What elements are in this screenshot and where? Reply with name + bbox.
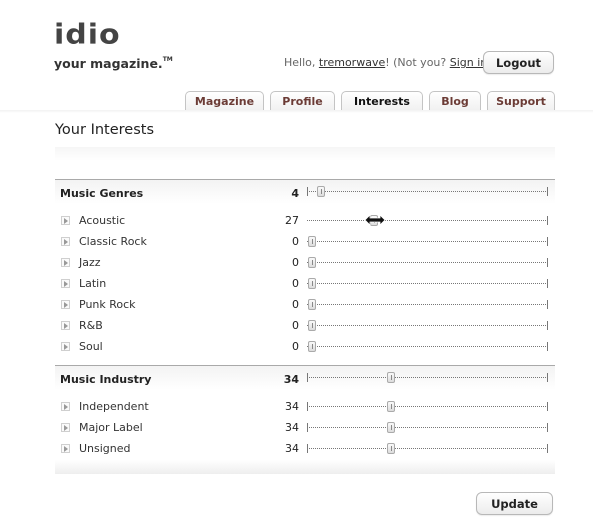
interest-slider[interactable]: [307, 341, 548, 352]
section-footer: [55, 460, 555, 474]
interest-count: 34: [285, 442, 299, 455]
interest-label: Classic Rock: [79, 235, 147, 248]
interest-count: 0: [292, 235, 299, 248]
trademark: TM: [162, 56, 173, 63]
section-count: 34: [283, 373, 299, 386]
expand-arrow-icon[interactable]: [61, 279, 70, 288]
expand-arrow-icon[interactable]: [61, 237, 70, 246]
section-name: Music Genres: [60, 187, 144, 200]
section-header: Music Genres 4: [55, 179, 555, 204]
interest-slider[interactable]: [307, 401, 548, 412]
interest-row-acoustic: Acoustic 27: [55, 211, 555, 232]
slider-thumb[interactable]: [387, 422, 396, 433]
interest-count: 0: [292, 319, 299, 332]
idio-logo[interactable]: idio your magazine.TM: [54, 18, 173, 71]
interest-row-latin: Latin 0: [55, 274, 555, 295]
slider-thumb[interactable]: [387, 372, 396, 383]
interest-slider[interactable]: [307, 372, 548, 383]
interest-slider[interactable]: [307, 215, 548, 226]
interest-label: Unsigned: [79, 442, 131, 455]
interest-row-unsigned: Unsigned 34: [55, 439, 555, 460]
section-count: 4: [291, 187, 299, 200]
section-name: Music Industry: [60, 373, 152, 386]
tab-blog[interactable]: Blog: [429, 91, 481, 111]
interest-row-major-label: Major Label 34: [55, 418, 555, 439]
section-music-industry: Music Industry 34 Independent 34 Major L…: [55, 365, 555, 474]
interest-row-punk-rock: Punk Rock 0: [55, 295, 555, 316]
username-link[interactable]: tremorwave: [319, 56, 385, 69]
interest-label: Latin: [79, 277, 107, 290]
slider-thumb[interactable]: [307, 236, 316, 247]
interest-count: 27: [285, 214, 299, 227]
page-title: Your Interests: [55, 122, 154, 138]
tab-underline: [0, 110, 593, 113]
interest-label: Jazz: [79, 256, 101, 269]
logo-wordmark: idio: [54, 18, 121, 51]
interest-label: Major Label: [79, 421, 143, 434]
section-header: Music Industry 34: [55, 365, 555, 390]
slider-thumb[interactable]: [317, 186, 326, 197]
interest-row-soul: Soul 0: [55, 337, 555, 358]
interest-slider[interactable]: [307, 443, 548, 454]
interest-label: Soul: [79, 340, 103, 353]
interest-count: 0: [292, 340, 299, 353]
expand-arrow-icon[interactable]: [61, 258, 70, 267]
interest-slider[interactable]: [307, 422, 548, 433]
interest-label: Independent: [79, 400, 149, 413]
interest-slider[interactable]: [307, 299, 548, 310]
interest-slider[interactable]: [307, 278, 548, 289]
interest-count: 34: [285, 400, 299, 413]
sign-in-link[interactable]: Sign in: [450, 56, 488, 69]
interest-slider[interactable]: [307, 186, 548, 197]
interest-label: Acoustic: [79, 214, 126, 227]
tab-magazine[interactable]: Magazine: [185, 91, 264, 111]
expand-arrow-icon[interactable]: [61, 342, 70, 351]
interest-count: 0: [292, 256, 299, 269]
expand-arrow-icon[interactable]: [61, 300, 70, 309]
logo-tagline: your magazine.TM: [54, 56, 173, 71]
interest-row-rnb: R&B 0: [55, 316, 555, 337]
slider-thumb[interactable]: [387, 401, 396, 412]
expand-arrow-icon[interactable]: [61, 216, 70, 225]
tab-profile[interactable]: Profile: [270, 91, 335, 111]
interest-slider[interactable]: [307, 257, 548, 268]
title-divider: [55, 147, 555, 161]
interest-row-jazz: Jazz 0: [55, 253, 555, 274]
interest-label: Punk Rock: [79, 298, 136, 311]
resize-horizontal-cursor-icon: [364, 214, 386, 226]
expand-arrow-icon[interactable]: [61, 321, 70, 330]
greeting-text: Hello, tremorwave! (Not you? Sign in.): [284, 56, 495, 69]
slider-thumb[interactable]: [387, 443, 396, 454]
expand-arrow-icon[interactable]: [61, 402, 70, 411]
expand-arrow-icon[interactable]: [61, 444, 70, 453]
interest-slider[interactable]: [307, 320, 548, 331]
slider-thumb[interactable]: [307, 341, 316, 352]
interest-count: 0: [292, 277, 299, 290]
slider-thumb[interactable]: [307, 299, 316, 310]
interest-count: 34: [285, 421, 299, 434]
slider-thumb[interactable]: [307, 320, 316, 331]
slider-thumb[interactable]: [307, 257, 316, 268]
interest-row-classic-rock: Classic Rock 0: [55, 232, 555, 253]
interest-slider[interactable]: [307, 236, 548, 247]
interest-count: 0: [292, 298, 299, 311]
expand-arrow-icon[interactable]: [61, 423, 70, 432]
tab-interests[interactable]: Interests: [341, 91, 423, 111]
interest-label: R&B: [79, 319, 103, 332]
update-button[interactable]: Update: [476, 492, 553, 515]
slider-thumb[interactable]: [307, 278, 316, 289]
tab-support[interactable]: Support: [487, 91, 555, 111]
section-music-genres: Music Genres 4 Acoustic 27 Classic Rock …: [55, 179, 555, 358]
interest-row-independent: Independent 34: [55, 397, 555, 418]
logout-button[interactable]: Logout: [483, 51, 554, 74]
